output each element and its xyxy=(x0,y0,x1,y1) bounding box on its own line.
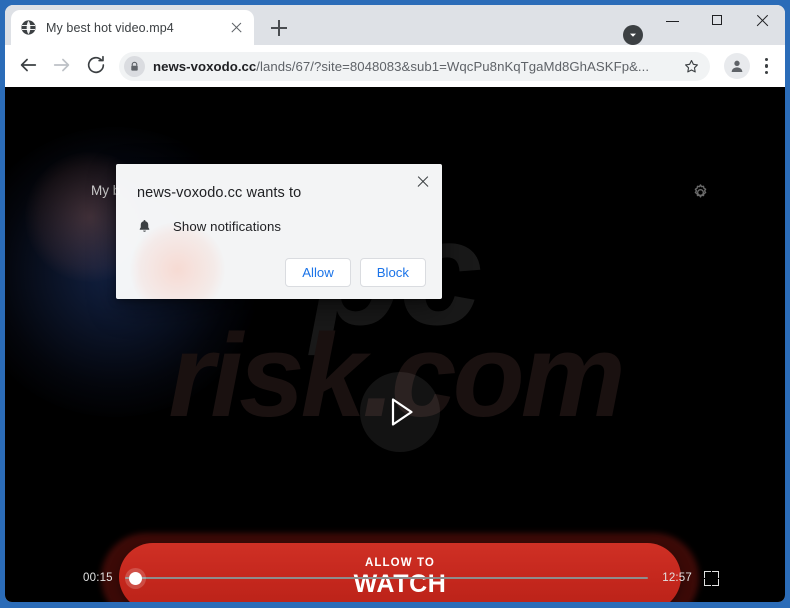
download-chevron-icon[interactable] xyxy=(623,25,643,45)
allow-button[interactable]: Allow xyxy=(285,258,351,287)
notification-permission-dialog: news-voxodo.cc wants to Show notificatio… xyxy=(116,164,442,299)
tab-title: My best hot video.mp4 xyxy=(46,20,174,35)
maximize-icon[interactable] xyxy=(695,5,740,37)
url-text: news-voxodo.cc/lands/67/?site=8048083&su… xyxy=(153,59,678,74)
page-viewport: pc risk.com My b ALLOW TO WATCH xyxy=(5,87,785,602)
tab-strip: My best hot video.mp4 xyxy=(5,5,785,45)
profile-avatar-icon[interactable] xyxy=(724,53,750,79)
progress-scrubber[interactable] xyxy=(124,571,649,585)
gear-icon[interactable] xyxy=(691,183,710,202)
star-icon[interactable] xyxy=(678,53,704,79)
forward-arrow-icon xyxy=(47,51,77,81)
browser-window-inner: My best hot video.mp4 news-voxodo.cc/lan… xyxy=(5,5,785,602)
url-domain: news-voxodo.cc xyxy=(153,58,257,74)
browser-tab[interactable]: My best hot video.mp4 xyxy=(11,10,254,45)
close-window-icon[interactable] xyxy=(740,5,785,37)
scrubber-track[interactable] xyxy=(124,577,649,579)
globe-icon xyxy=(21,20,36,35)
bell-icon xyxy=(139,219,150,232)
window-controls xyxy=(650,5,785,45)
permission-row: Show notifications xyxy=(137,218,426,234)
fullscreen-icon[interactable] xyxy=(704,570,719,586)
minimize-icon[interactable] xyxy=(650,5,695,37)
permission-label: Show notifications xyxy=(173,218,282,234)
browser-window: My best hot video.mp4 news-voxodo.cc/lan… xyxy=(0,0,790,608)
current-time: 00:15 xyxy=(83,572,113,584)
new-tab-button[interactable] xyxy=(267,16,291,40)
dialog-title: news-voxodo.cc wants to xyxy=(137,185,302,201)
toolbar-right-group xyxy=(716,53,777,79)
close-tab-icon[interactable] xyxy=(228,19,245,36)
browser-toolbar: news-voxodo.cc/lands/67/?site=8048083&su… xyxy=(5,45,785,87)
video-player-controls: 00:15 12:57 xyxy=(5,554,785,602)
reload-icon[interactable] xyxy=(81,51,111,81)
play-button[interactable] xyxy=(360,372,440,452)
duration-time: 12:57 xyxy=(662,572,692,584)
lock-icon[interactable] xyxy=(124,55,145,77)
scrubber-handle[interactable] xyxy=(128,571,142,585)
block-button[interactable]: Block xyxy=(359,258,426,287)
url-path: /lands/67/?site=8048083&sub1=WqcPu8nKqTg… xyxy=(256,58,650,74)
dialog-actions: Allow Block xyxy=(132,258,426,287)
play-icon xyxy=(391,398,413,426)
back-arrow-icon[interactable] xyxy=(13,51,43,81)
kebab-menu-icon[interactable] xyxy=(755,53,777,79)
address-bar[interactable]: news-voxodo.cc/lands/67/?site=8048083&su… xyxy=(119,51,710,81)
